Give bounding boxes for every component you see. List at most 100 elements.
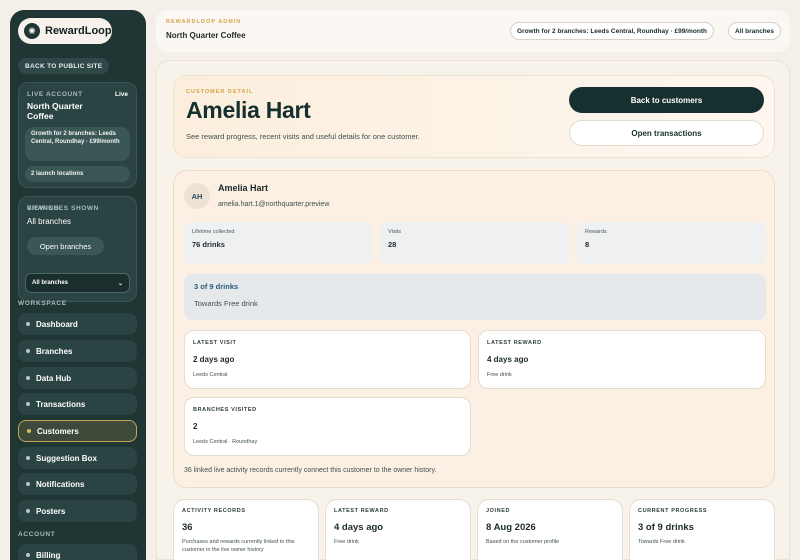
launch-locations-badge: 2 launch locations (25, 166, 130, 182)
stat-lifetime-collected: Lifetime collected 76 drinks (184, 222, 372, 264)
dot-icon (26, 349, 30, 353)
summary-card-current-progress: CURRENT PROGRESS 3 of 9 drinks Towards F… (629, 499, 775, 560)
back-to-public-site-button[interactable]: BACK TO PUBLIC SITE (18, 58, 110, 74)
customer-hero: CUSTOMER DETAIL Amelia Hart See reward p… (173, 75, 775, 158)
live-status-badge: Live (114, 91, 128, 98)
sidebar-item-posters[interactable]: Posters (18, 500, 137, 522)
summary-description: Free drink (334, 539, 359, 545)
latest-reward-value: 4 days ago (487, 355, 529, 364)
summary-label: CURRENT PROGRESS (638, 508, 708, 514)
admin-kicker: REWARDLOOP ADMIN (166, 19, 242, 25)
branches-shown-value: All branches (27, 217, 72, 226)
customer-card: AH Amelia Hart amelia.hart.1@northquarte… (173, 170, 775, 488)
progress-subtitle: Towards Free drink (194, 299, 258, 308)
latest-reward-type: Free drink (487, 372, 512, 378)
summary-value: 8 Aug 2026 (486, 522, 536, 533)
progress-label: 3 of 9 drinks (194, 282, 239, 291)
summary-card-activity-records: ACTIVITY RECORDS 36 Purchases and reward… (173, 499, 319, 560)
branches-card: BRANCHES SHOWN All branches Open branche… (18, 196, 137, 302)
loop-icon: ✺ (24, 23, 40, 39)
stat-visits: Visits 28 (380, 222, 570, 264)
back-to-customers-button[interactable]: Back to customers (569, 87, 764, 113)
sidebar-item-label: Billing (36, 550, 61, 560)
viewing-select-value: All branches (32, 280, 69, 286)
stat-value: 76 drinks (192, 240, 225, 249)
reward-progress: 3 of 9 drinks Towards Free drink (184, 274, 766, 320)
latest-reward-card: LATEST REWARD 4 days ago Free drink (478, 330, 766, 389)
page-title: Amelia Hart (186, 97, 311, 123)
branches-visited-card: BRANCHES VISITED 2 Leeds Central · Round… (184, 397, 471, 456)
summary-value: 36 (182, 522, 193, 533)
sidebar-item-label: Branches (36, 346, 73, 356)
stat-value: 8 (585, 240, 590, 249)
stat-rewards: Rewards 8 (577, 222, 766, 264)
summary-description: Purchases and rewards currently linked t… (182, 539, 295, 553)
dot-icon (27, 429, 31, 433)
sidebar-item-label: Posters (36, 506, 66, 516)
summary-label: JOINED (486, 508, 511, 514)
sidebar-item-label: Transactions (36, 399, 86, 409)
summary-label: ACTIVITY RECORDS (182, 508, 246, 514)
sidebar-item-billing[interactable]: Billing (18, 544, 137, 560)
business-title: North Quarter Coffee (166, 31, 246, 40)
avatar: AH (184, 183, 210, 209)
sidebar-item-customers[interactable]: Customers (18, 420, 137, 442)
sidebar-item-notifications[interactable]: Notifications (18, 473, 137, 495)
sidebar-item-label: Data Hub (36, 373, 72, 383)
latest-visit-branch: Leeds Central (193, 372, 228, 378)
dot-icon (26, 402, 30, 406)
summary-value: 4 days ago (334, 522, 384, 533)
summary-card-latest-reward: LATEST REWARD 4 days ago Free drink (325, 499, 471, 560)
branch-filter-pill[interactable]: All branches (728, 22, 782, 40)
brand-logo-button[interactable]: ✺ RewardLoop (18, 18, 112, 44)
summary-value: 3 of 9 drinks (638, 522, 694, 533)
latest-visit-card: LATEST VISIT 2 days ago Leeds Central (184, 330, 471, 389)
customer-name: Amelia Hart (218, 183, 269, 193)
sidebar-item-data-hub[interactable]: Data Hub (18, 367, 137, 389)
sidebar-item-label: Suggestion Box (36, 453, 97, 463)
sidebar-item-branches[interactable]: Branches (18, 340, 137, 362)
top-bar: REWARDLOOP ADMIN North Quarter Coffee Gr… (156, 10, 790, 52)
dot-icon (26, 322, 30, 326)
dot-icon (26, 456, 30, 460)
stat-label: Lifetime collected (192, 229, 235, 235)
branches-visited-label: BRANCHES VISITED (193, 407, 257, 413)
account-label: ACCOUNT (18, 531, 56, 538)
sidebar: ✺ RewardLoop BACK TO PUBLIC SITE LIVE AC… (10, 10, 146, 560)
open-branches-button[interactable]: Open branches (27, 237, 104, 255)
brand-name: RewardLoop (45, 25, 112, 37)
branches-visited-value: 2 (193, 422, 198, 431)
latest-visit-value: 2 days ago (193, 355, 235, 364)
plan-badge: Growth for 2 branches: Leeds Central, Ro… (25, 127, 130, 161)
account-name: North Quarter Coffee (27, 101, 83, 121)
sidebar-item-label: Dashboard (36, 319, 78, 329)
live-account-card: LIVE ACCOUNT Live North Quarter Coffee G… (18, 82, 137, 188)
latest-reward-label: LATEST REWARD (487, 340, 542, 346)
stat-value: 28 (388, 240, 397, 249)
summary-description: Based on the customer profile (486, 539, 560, 545)
dot-icon (26, 482, 30, 486)
live-account-label: LIVE ACCOUNT (27, 91, 83, 98)
viewing-label: VIEWING (27, 205, 60, 212)
viewing-select[interactable]: All branches ⌄ (25, 273, 130, 293)
linked-records-note: 36 linked live activity records currentl… (184, 467, 437, 474)
main-panel: CUSTOMER DETAIL Amelia Hart See reward p… (156, 60, 790, 560)
dot-icon (26, 553, 30, 557)
customer-detail-kicker: CUSTOMER DETAIL (186, 89, 254, 95)
open-transactions-button[interactable]: Open transactions (569, 120, 764, 146)
summary-card-joined: JOINED 8 Aug 2026 Based on the customer … (477, 499, 623, 560)
chevron-down-icon: ⌄ (117, 280, 123, 287)
customer-email: amelia.hart.1@northquarter.preview (218, 201, 330, 208)
sidebar-item-transactions[interactable]: Transactions (18, 393, 137, 415)
workspace-label: WORKSPACE (18, 300, 67, 307)
latest-visit-label: LATEST VISIT (193, 340, 237, 346)
sidebar-item-label: Customers (37, 426, 79, 436)
sidebar-item-suggestion-box[interactable]: Suggestion Box (18, 447, 137, 469)
dot-icon (26, 376, 30, 380)
summary-description: Towards Free drink (638, 539, 685, 545)
page-subtitle: See reward progress, recent visits and u… (186, 132, 420, 141)
plan-pill: Growth for 2 branches: Leeds Central, Ro… (510, 22, 714, 40)
summary-label: LATEST REWARD (334, 508, 389, 514)
sidebar-item-dashboard[interactable]: Dashboard (18, 313, 137, 335)
stat-label: Visits (388, 229, 402, 235)
